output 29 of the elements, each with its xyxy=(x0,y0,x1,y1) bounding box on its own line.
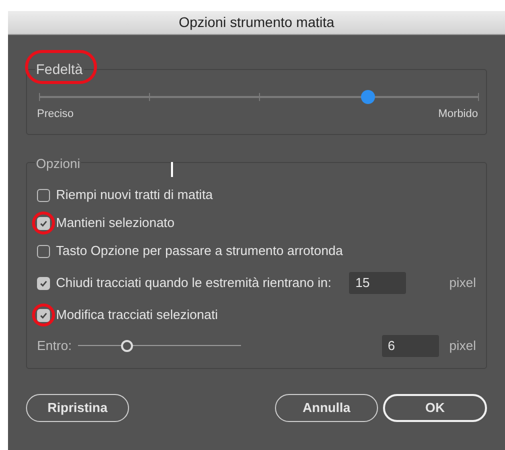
window-title: Opzioni strumento matita xyxy=(178,13,334,32)
check-icon xyxy=(39,310,48,320)
checkbox[interactable] xyxy=(37,188,50,202)
slider-label: Entro: xyxy=(37,337,72,356)
checkbox[interactable] xyxy=(37,244,50,258)
slider-thumb[interactable] xyxy=(361,90,376,104)
fidelity-slider[interactable] xyxy=(39,90,478,104)
checkbox-label: Modifica tracciati selezionati xyxy=(56,306,218,324)
slider-min-label: Preciso xyxy=(37,107,74,122)
number-field[interactable]: 6 xyxy=(382,335,439,357)
dialog-button[interactable]: OK xyxy=(383,394,487,422)
checkbox[interactable] xyxy=(37,276,50,290)
dialog-button[interactable]: Annulla xyxy=(275,394,378,422)
dialog-button[interactable]: Ripristina xyxy=(26,394,129,422)
number-field[interactable]: 15 xyxy=(349,272,406,294)
check-icon xyxy=(39,218,48,228)
checkbox-label: Mantieni selezionato xyxy=(56,214,175,232)
unit-label: pixel xyxy=(449,274,476,292)
checkbox-label: Tasto Opzione per passare a strumento arrotonda xyxy=(56,242,343,260)
checkbox-label: Riempi nuovi tratti di matita xyxy=(56,186,213,204)
slider-max-label: Morbido xyxy=(438,107,478,122)
check-icon xyxy=(39,278,48,288)
checkbox[interactable] xyxy=(37,308,50,322)
entro-slider[interactable] xyxy=(78,340,241,352)
unit-label: pixel xyxy=(449,337,476,356)
text-cursor-icon xyxy=(171,162,173,177)
checkbox-label: Chiudi tracciati quando le estremità rientrano in: xyxy=(56,274,332,292)
checkbox[interactable] xyxy=(37,216,50,230)
slider-thumb[interactable] xyxy=(120,340,133,352)
